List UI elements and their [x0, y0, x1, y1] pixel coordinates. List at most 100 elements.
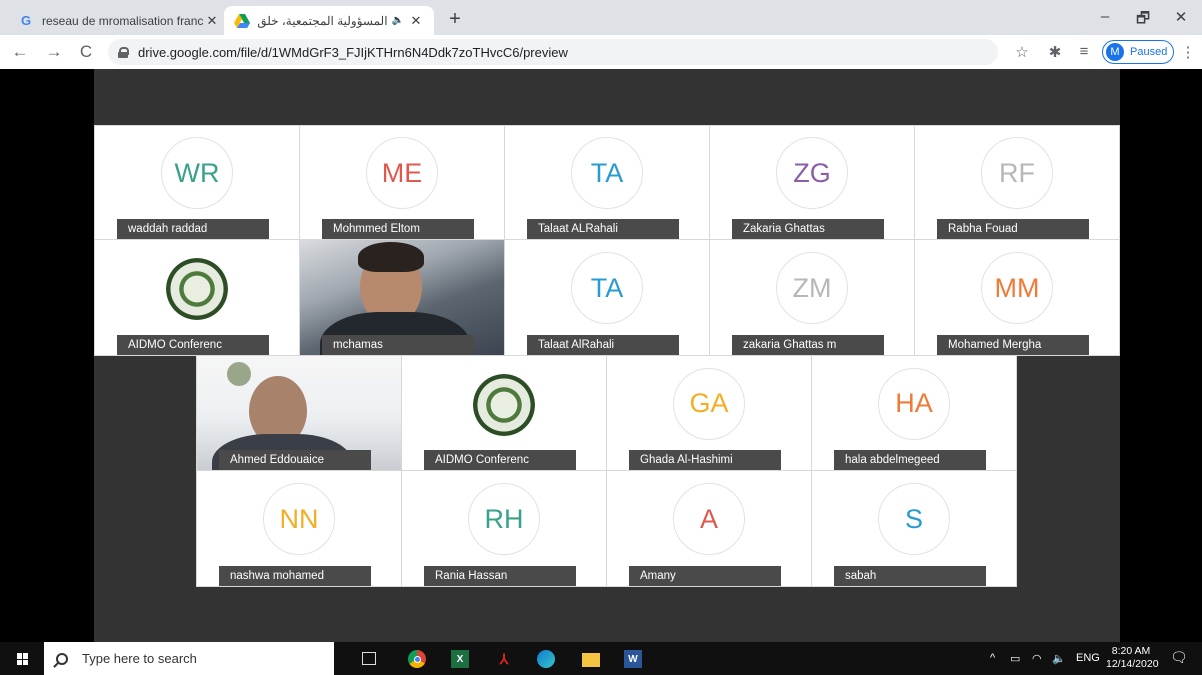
avatar-initials: ME: [366, 137, 438, 210]
word-icon[interactable]: W: [624, 650, 642, 668]
speaker-icon[interactable]: 🔈: [392, 15, 404, 26]
avatar-initials: NN: [263, 483, 335, 556]
close-tab-icon[interactable]: ✕: [204, 13, 220, 29]
search-placeholder: Type here to search: [82, 651, 197, 666]
participant-tile[interactable]: ZG Zakaria Ghattas: [709, 125, 915, 240]
profile-status: Paused: [1130, 46, 1168, 58]
close-window-button[interactable]: ✕: [1166, 8, 1196, 26]
minimize-button[interactable]: –: [1090, 8, 1120, 25]
file-explorer-icon[interactable]: [582, 653, 600, 667]
participant-tile[interactable]: MM Mohamed Mergha: [914, 239, 1120, 356]
tab-title: المسؤولية المجتمعية، خلق قيم: [258, 13, 388, 28]
volume-icon[interactable]: 🔈: [1052, 652, 1066, 665]
participant-tile[interactable]: A Amany: [606, 470, 812, 587]
participant-tile[interactable]: WR waddah raddad: [94, 125, 300, 240]
drive-icon: [234, 13, 250, 29]
participant-name: Talaat ALRahali: [527, 219, 679, 239]
avatar-initials: TA: [571, 252, 643, 325]
back-icon[interactable]: ←: [10, 42, 30, 62]
google-icon: G: [20, 13, 32, 28]
avatar-initials: RF: [981, 137, 1053, 210]
excel-icon[interactable]: X: [451, 650, 469, 668]
lock-icon: [118, 46, 129, 58]
participant-tile[interactable]: ME Mohmmed Eltom: [299, 125, 505, 240]
clock-time: 8:20 AM: [1111, 645, 1151, 657]
chrome-icon[interactable]: [408, 650, 426, 668]
participant-name: waddah raddad: [117, 219, 269, 239]
participant-tile[interactable]: AIDMO Conferenc: [401, 355, 607, 471]
taskbar-clock[interactable]: 8:20 AM 12/14/2020: [1106, 645, 1159, 671]
participant-name: Mohmmed Eltom: [322, 219, 474, 239]
avatar-initials: TA: [571, 137, 643, 210]
participant-tile[interactable]: GA Ghada Al-Hashimi: [606, 355, 812, 471]
language-indicator[interactable]: ENG: [1076, 652, 1100, 664]
participant-tile[interactable]: TA Talaat AlRahali: [504, 239, 710, 356]
participant-name: mchamas: [322, 335, 474, 355]
windows-start-icon[interactable]: [17, 653, 29, 665]
more-menu-icon[interactable]: ⋮: [1178, 43, 1198, 61]
participant-tile[interactable]: S sabah: [811, 470, 1017, 587]
participant-name: nashwa mohamed: [219, 566, 371, 586]
forward-icon[interactable]: →: [44, 42, 64, 62]
participant-tile[interactable]: TA Talaat ALRahali: [504, 125, 710, 240]
participant-tile[interactable]: ZM zakaria Ghattas m: [709, 239, 915, 356]
task-view-icon[interactable]: [362, 652, 376, 665]
participant-video-tile[interactable]: Ahmed Eddouaice: [196, 355, 402, 471]
new-tab-button[interactable]: +: [444, 8, 466, 31]
taskbar-search[interactable]: Type here to search: [44, 642, 334, 675]
avatar-initials: A: [673, 483, 745, 556]
avatar-initials: WR: [161, 137, 233, 210]
windows-taskbar: Type here to search X ⅄ W ^ ▭ ◠ 🔈 ENG 8:…: [0, 642, 1202, 675]
close-tab-icon[interactable]: ✕: [408, 13, 424, 29]
tab-drive[interactable]: المسؤولية المجتمعية، خلق قيم 🔈 ✕: [224, 6, 434, 35]
tab-title: reseau de mromalisation francop: [42, 13, 204, 28]
reload-icon[interactable]: C: [76, 42, 96, 62]
browser-toolbar: ← → C drive.google.com/file/d/1WMdGrF3_F…: [0, 35, 1202, 69]
participant-name: Amany: [629, 566, 781, 586]
participant-name: Zakaria Ghattas: [732, 219, 884, 239]
network-icon[interactable]: ▭: [1010, 652, 1020, 665]
video-stage: WR waddah raddad ME Mohmmed Eltom TA Tal…: [0, 69, 1202, 642]
participant-name: AIDMO Conferenc: [117, 335, 269, 355]
avatar-initials: ZG: [776, 137, 848, 210]
participant-video-tile[interactable]: mchamas: [299, 239, 505, 356]
star-icon[interactable]: ☆: [1012, 43, 1032, 61]
participant-name: Talaat AlRahali: [527, 335, 679, 355]
participant-name: Mohamed Mergha: [937, 335, 1089, 355]
tab-google[interactable]: G reseau de mromalisation francop ✕: [8, 6, 230, 35]
avatar-initials: GA: [673, 367, 745, 440]
participant-name: sabah: [834, 566, 986, 586]
edge-icon[interactable]: [537, 650, 555, 668]
zoom-gallery-view: WR waddah raddad ME Mohmmed Eltom TA Tal…: [94, 69, 1120, 642]
avatar-initials: HA: [878, 367, 950, 440]
participant-name: Rabha Fouad: [937, 219, 1089, 239]
address-bar[interactable]: drive.google.com/file/d/1WMdGrF3_FJIjKTH…: [108, 39, 998, 65]
show-hidden-icons-icon[interactable]: ^: [990, 652, 995, 664]
participant-tile[interactable]: AIDMO Conferenc: [94, 239, 300, 356]
person-hair: [358, 242, 424, 272]
search-icon: [56, 652, 68, 665]
avatar-initials: RH: [468, 483, 540, 556]
clock-date: 12/14/2020: [1106, 658, 1159, 670]
tab-strip: G reseau de mromalisation francop ✕ المس…: [0, 0, 1202, 35]
participant-tile[interactable]: NN nashwa mohamed: [196, 470, 402, 587]
emblem-icon: [227, 362, 251, 386]
aidmo-logo-icon: [166, 258, 228, 321]
participant-tile[interactable]: HA hala abdelmegeed: [811, 355, 1017, 471]
restore-button[interactable]: 🗗: [1128, 8, 1158, 33]
participant-tile[interactable]: RF Rabha Fouad: [914, 125, 1120, 240]
participant-tile[interactable]: RH Rania Hassan: [401, 470, 607, 587]
participant-name: zakaria Ghattas m: [732, 335, 884, 355]
url-text: drive.google.com/file/d/1WMdGrF3_FJIjKTH…: [138, 44, 568, 60]
profile-button[interactable]: M Paused: [1102, 40, 1174, 64]
wifi-icon[interactable]: ◠: [1032, 652, 1042, 665]
acrobat-icon[interactable]: ⅄: [495, 650, 513, 668]
media-control-icon[interactable]: ≡: [1074, 43, 1094, 60]
avatar-initials: S: [878, 483, 950, 556]
participant-name: AIDMO Conferenc: [424, 450, 576, 470]
avatar: M: [1106, 43, 1124, 61]
notification-icon[interactable]: 🗨: [1170, 649, 1188, 666]
extensions-icon[interactable]: ✱: [1045, 43, 1065, 61]
avatar-initials: MM: [981, 252, 1053, 325]
participant-name: Ahmed Eddouaice: [219, 450, 371, 470]
